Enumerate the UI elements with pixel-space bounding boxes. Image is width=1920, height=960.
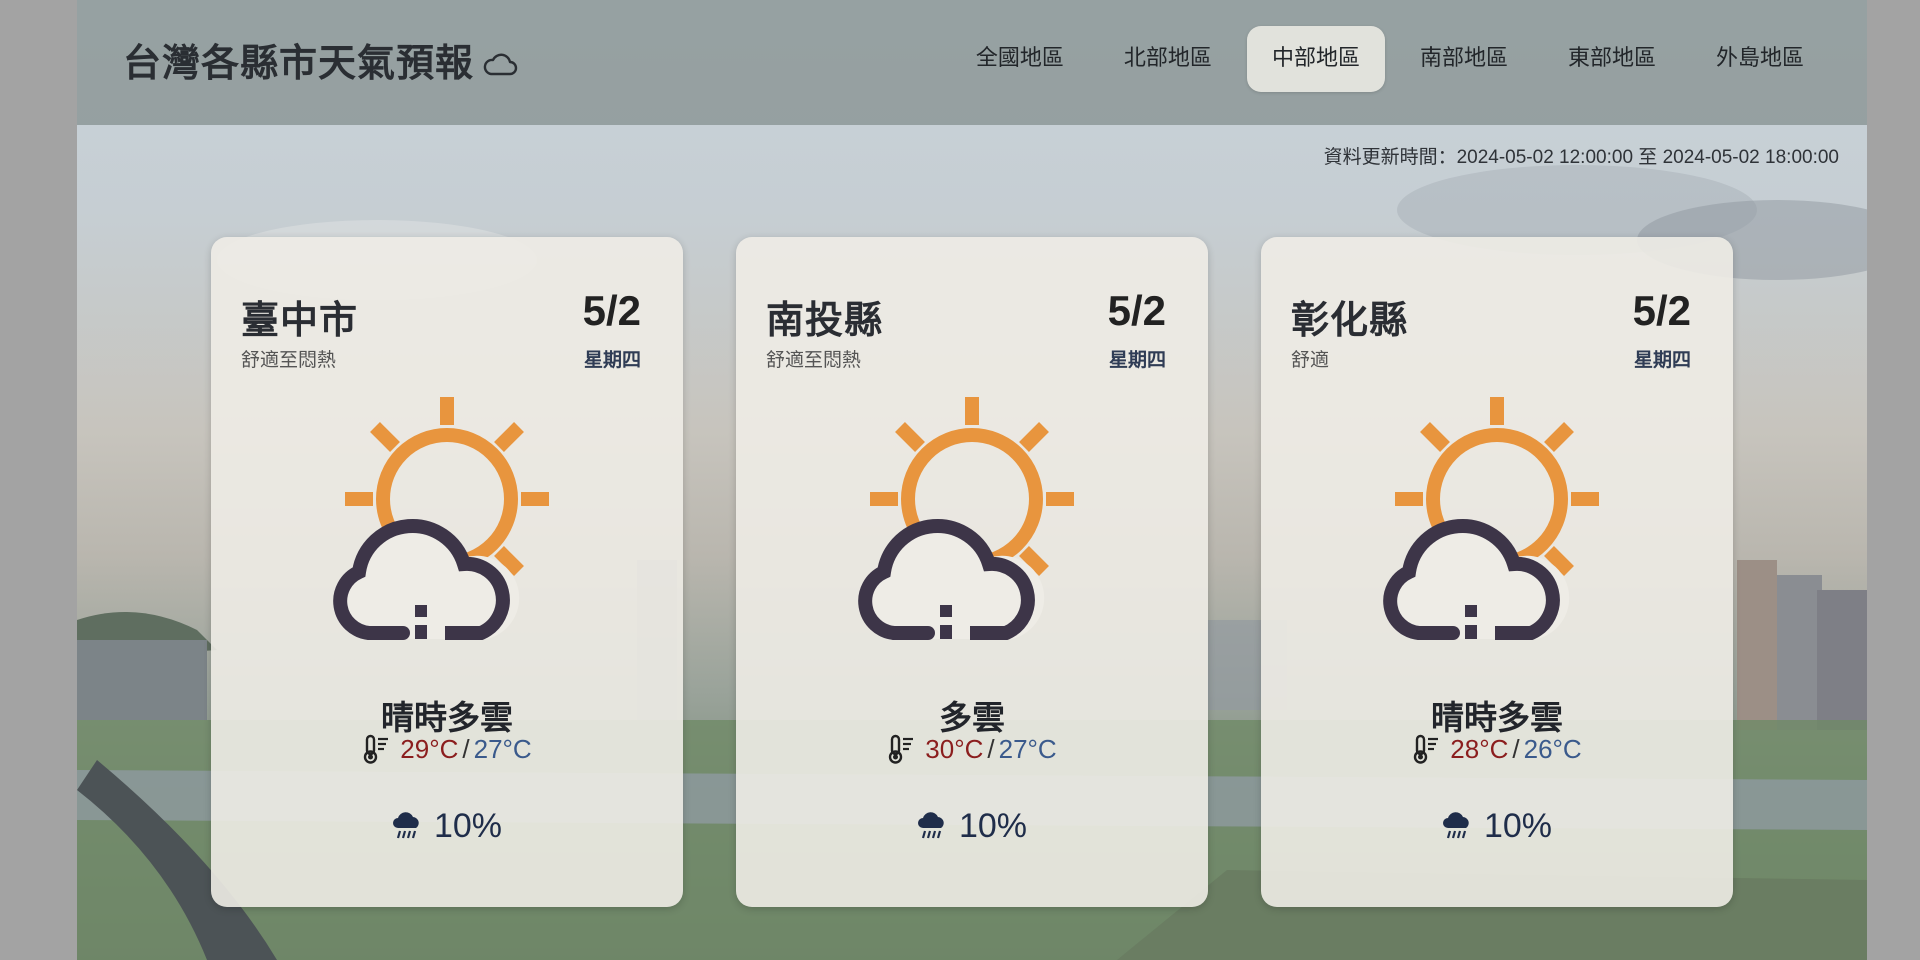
min-temp: 26°C: [1523, 734, 1582, 764]
rain-cloud-icon: [1442, 812, 1469, 839]
weather-card: 臺中市 舒適至悶熱 5/2 星期四 晴時多雲 29°C/27°C 10%: [211, 237, 683, 907]
temperature-range: 29°C/27°C: [211, 734, 683, 765]
city-name: 彰化縣: [1291, 298, 1409, 342]
city-name: 臺中市: [241, 298, 359, 342]
max-temp: 29°C: [400, 734, 459, 764]
min-temp: 27°C: [998, 734, 1057, 764]
max-temp: 30°C: [925, 734, 984, 764]
thermometer-icon: [889, 734, 914, 764]
top-header: 台灣各縣市天氣預報 全國地區 北部地區 中部地區 南部地區 東部地區 外島地區: [77, 0, 1867, 125]
temperature-range: 30°C/27°C: [736, 734, 1208, 765]
nav-item-nationwide[interactable]: 全國地區: [951, 26, 1089, 92]
rain-probability-value: 10%: [433, 807, 503, 845]
weather-card: 彰化縣 舒適 5/2 星期四 晴時多雲 28°C/26°C 10%: [1261, 237, 1733, 907]
partly-cloudy-icon: [1383, 397, 1599, 640]
rain-probability: 10%: [211, 807, 683, 846]
forecast-date: 5/2: [582, 287, 641, 334]
nav-item-east[interactable]: 東部地區: [1543, 26, 1681, 92]
comfort-index: 舒適: [1291, 349, 1330, 371]
forecast-date: 5/2: [1107, 287, 1166, 334]
nav-item-islands[interactable]: 外島地區: [1691, 26, 1829, 92]
thermometer-icon: [1414, 734, 1439, 764]
weather-description: 晴時多雲: [381, 698, 513, 737]
rain-cloud-icon: [917, 812, 944, 839]
rain-probability-value: 10%: [1483, 807, 1553, 845]
cloud-icon: [483, 53, 518, 76]
weather-description: 多雲: [939, 698, 1005, 737]
rain-probability: 10%: [736, 807, 1208, 846]
weather-app: 台灣各縣市天氣預報 全國地區 北部地區 中部地區 南部地區 東部地區 外島地區 …: [77, 0, 1867, 960]
forecast-date: 5/2: [1632, 287, 1691, 334]
forecast-weekday: 星期四: [1108, 349, 1166, 371]
forecast-weekday: 星期四: [1633, 349, 1691, 371]
site-title: 台灣各縣市天氣預報: [123, 32, 518, 87]
nav-item-north[interactable]: 北部地區: [1099, 26, 1237, 92]
nav-item-central[interactable]: 中部地區: [1246, 26, 1385, 92]
region-nav: 全國地區 北部地區 中部地區 南部地區 東部地區 外島地區: [951, 26, 1829, 92]
rain-cloud-icon: [392, 812, 419, 839]
nav-item-south[interactable]: 南部地區: [1395, 26, 1533, 92]
comfort-index: 舒適至悶熱: [766, 349, 862, 371]
site-title-text: 台灣各縣市天氣預報: [123, 41, 475, 85]
rain-probability: 10%: [1261, 807, 1733, 846]
update-time: 資料更新時間：2024-05-02 12:00:00 至 2024-05-02 …: [1323, 147, 1839, 168]
rain-probability-value: 10%: [958, 807, 1028, 845]
city-name: 南投縣: [766, 298, 884, 342]
thermometer-icon: [364, 734, 389, 764]
partly-cloudy-icon: [858, 397, 1074, 640]
comfort-index: 舒適至悶熱: [241, 349, 337, 371]
partly-cloudy-icon: [333, 397, 549, 640]
weather-card: 南投縣 舒適至悶熱 5/2 星期四 多雲 30°C/27°C 10%: [736, 237, 1208, 907]
min-temp: 27°C: [473, 734, 532, 764]
temperature-range: 28°C/26°C: [1261, 734, 1733, 765]
forecast-weekday: 星期四: [583, 349, 641, 371]
weather-description: 晴時多雲: [1431, 698, 1563, 737]
max-temp: 28°C: [1450, 734, 1509, 764]
